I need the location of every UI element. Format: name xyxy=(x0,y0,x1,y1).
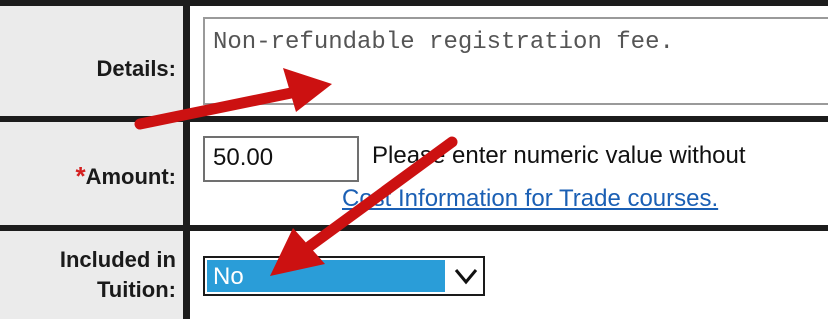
red-arrow-tuition xyxy=(270,136,458,276)
form-table: Details: Non-refundable registration fee… xyxy=(0,0,828,319)
annotation-overlay xyxy=(134,68,458,276)
red-arrow-details xyxy=(134,68,332,130)
